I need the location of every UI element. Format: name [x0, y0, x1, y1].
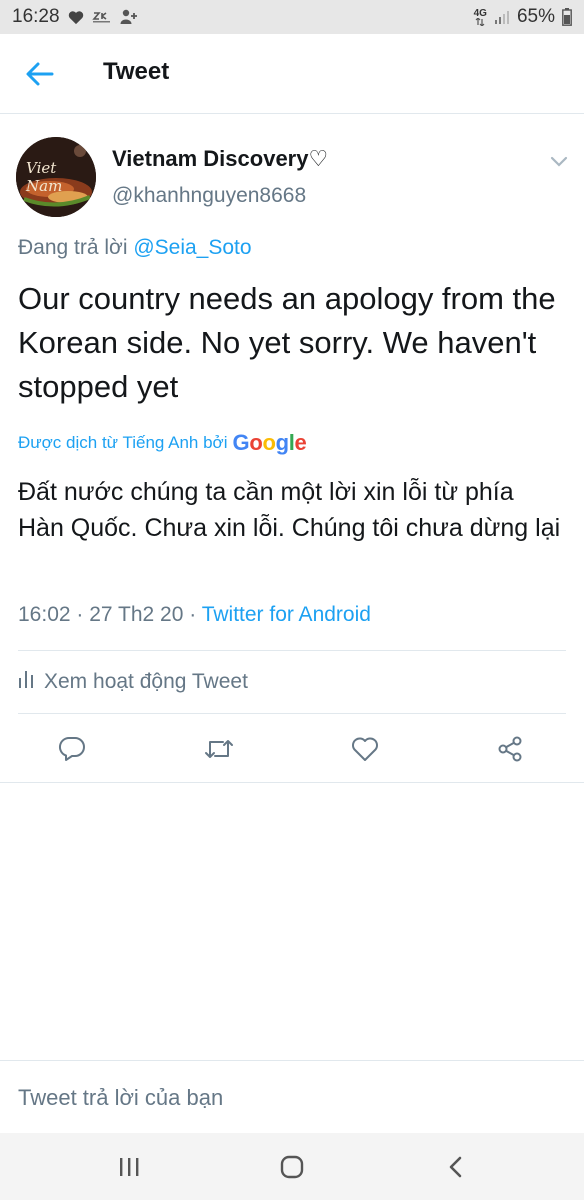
add-user-icon	[120, 9, 138, 25]
tweet-meta: 16:02 · 27 Th2 20 · Twitter for Android	[18, 603, 371, 627]
tweet-text: Our country needs an apology from the Ko…	[18, 281, 556, 404]
replying-prefix: Đang trả lời	[18, 236, 134, 259]
divider	[18, 713, 566, 714]
replying-mention[interactable]: @Seia_Soto	[133, 236, 251, 259]
network-type: 4G	[473, 7, 487, 19]
reply-icon[interactable]	[51, 728, 93, 770]
activity-label: Xem hoạt động Tweet	[44, 670, 248, 693]
network-indicator: 4G	[473, 7, 487, 26]
system-nav-bar	[0, 1133, 584, 1200]
translated-by: Được dịch từ Tiếng Anh bởi Google	[18, 430, 307, 456]
battery-percent: 65%	[516, 6, 555, 27]
signal-icon	[494, 9, 510, 25]
battery-icon	[562, 8, 572, 26]
chevron-down-icon[interactable]	[549, 155, 569, 169]
heart-icon	[68, 10, 84, 25]
tweet-source[interactable]: Twitter for Android	[202, 603, 371, 626]
display-name[interactable]: Vietnam Discovery♡	[112, 146, 328, 172]
recent-apps-icon[interactable]	[114, 1153, 144, 1181]
share-icon[interactable]	[489, 728, 531, 770]
like-icon[interactable]	[344, 728, 386, 770]
tweet-timestamp: 16:02 · 27 Th2 20 ·	[18, 603, 202, 626]
top-bar: Tweet	[0, 34, 584, 114]
divider	[18, 650, 566, 651]
arrow-left-icon[interactable]	[24, 60, 56, 88]
back-icon[interactable]	[441, 1153, 471, 1181]
translated-label: Được dịch từ Tiếng Anh bởi	[18, 433, 228, 452]
status-bar: 16:28 4G 65%	[0, 0, 584, 34]
reply-placeholder: Tweet trả lời của bạn	[18, 1085, 224, 1110]
tweet-activity-link[interactable]: Xem hoạt động Tweet	[18, 669, 248, 695]
avatar[interactable]: Viet Nam	[16, 137, 96, 217]
retweet-icon[interactable]	[198, 728, 240, 770]
page-title: Tweet	[103, 58, 170, 85]
bar-chart-icon	[18, 669, 34, 695]
translated-text: Đất nước chúng ta cần một lời xin lỗi từ…	[18, 478, 561, 542]
app-notification-icon	[91, 10, 112, 24]
google-logo: Google	[232, 430, 307, 455]
user-handle[interactable]: @khanhnguyen8668	[112, 184, 306, 208]
home-icon[interactable]	[277, 1153, 307, 1181]
divider	[0, 782, 584, 783]
avatar-text: Viet Nam	[26, 159, 63, 195]
tweet-actions	[0, 728, 584, 770]
reply-input[interactable]: Tweet trả lời của bạn	[0, 1060, 584, 1134]
replying-to: Đang trả lời @Seia_Soto	[18, 236, 252, 260]
status-time: 16:28	[12, 6, 60, 27]
